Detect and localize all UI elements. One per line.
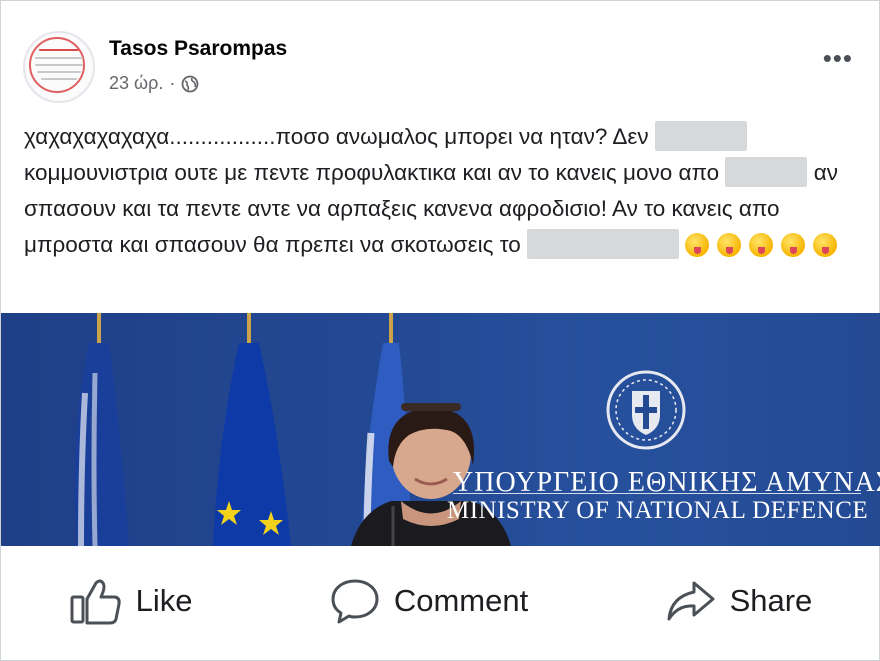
- ministry-emblem: [606, 370, 686, 450]
- post-header: Tasos Psarompas 23 ώρ. · •••: [23, 31, 863, 111]
- crazy-face-emoji-icon: [781, 233, 806, 257]
- share-arrow-icon: [667, 581, 715, 621]
- speech-bubble-icon: [331, 579, 379, 624]
- comment-label: Comment: [393, 583, 529, 618]
- author-name[interactable]: Tasos Psarompas: [109, 37, 287, 61]
- post-actions: Like Comment Share: [1, 556, 880, 646]
- post-photo[interactable]: ΥΠΟΥΡΓΕΙΟ ΕΘΝΙΚΗΣ ΑΜΥΝΑΣ MINISTRY OF NAT…: [1, 313, 880, 546]
- post-text-part-2: κομμουνιστρια ουτε με πεντε προφυλακτικα…: [24, 160, 726, 185]
- crazy-face-emoji-icon: [749, 233, 774, 257]
- redacted-word: [527, 229, 680, 259]
- globe-icon: [181, 75, 199, 92]
- share-button[interactable]: Share: [666, 577, 813, 625]
- crazy-face-emoji-icon: [685, 233, 710, 257]
- crazy-face-emoji-icon: [813, 233, 838, 257]
- like-label: Like: [135, 583, 193, 618]
- redacted-word: [654, 121, 747, 151]
- post-card: Tasos Psarompas 23 ώρ. · ••• χαχαχαχαχαχ…: [0, 0, 880, 661]
- comment-button[interactable]: Comment: [330, 577, 528, 625]
- emoji-group: [685, 232, 845, 257]
- avatar[interactable]: [23, 31, 95, 103]
- eu-flag: [213, 313, 291, 546]
- share-label: Share: [729, 583, 813, 618]
- redacted-word: [725, 157, 808, 187]
- crazy-face-emoji-icon: [717, 233, 742, 257]
- post-text: χαχαχαχαχαχα.................ποσο ανωμαλ…: [24, 119, 854, 263]
- more-options-icon[interactable]: •••: [823, 43, 853, 74]
- post-time[interactable]: 23 ώρ.: [109, 73, 163, 94]
- post-meta: 23 ώρ. ·: [109, 73, 199, 94]
- like-button[interactable]: Like: [70, 577, 193, 625]
- sign-greek-text: ΥΠΟΥΡΓΕΙΟ ΕΘΝΙΚΗΣ ΑΜΥΝΑΣ: [453, 467, 880, 498]
- sign-english-text: MINISTRY OF NATIONAL DEFENCE: [447, 497, 869, 524]
- greek-flag: [74, 313, 129, 546]
- thumbs-up-icon: [70, 579, 121, 625]
- post-text-part-1: χαχαχαχαχαχα.................ποσο ανωμαλ…: [24, 124, 655, 149]
- meta-separator: ·: [169, 73, 176, 93]
- sign-divider: [453, 493, 861, 494]
